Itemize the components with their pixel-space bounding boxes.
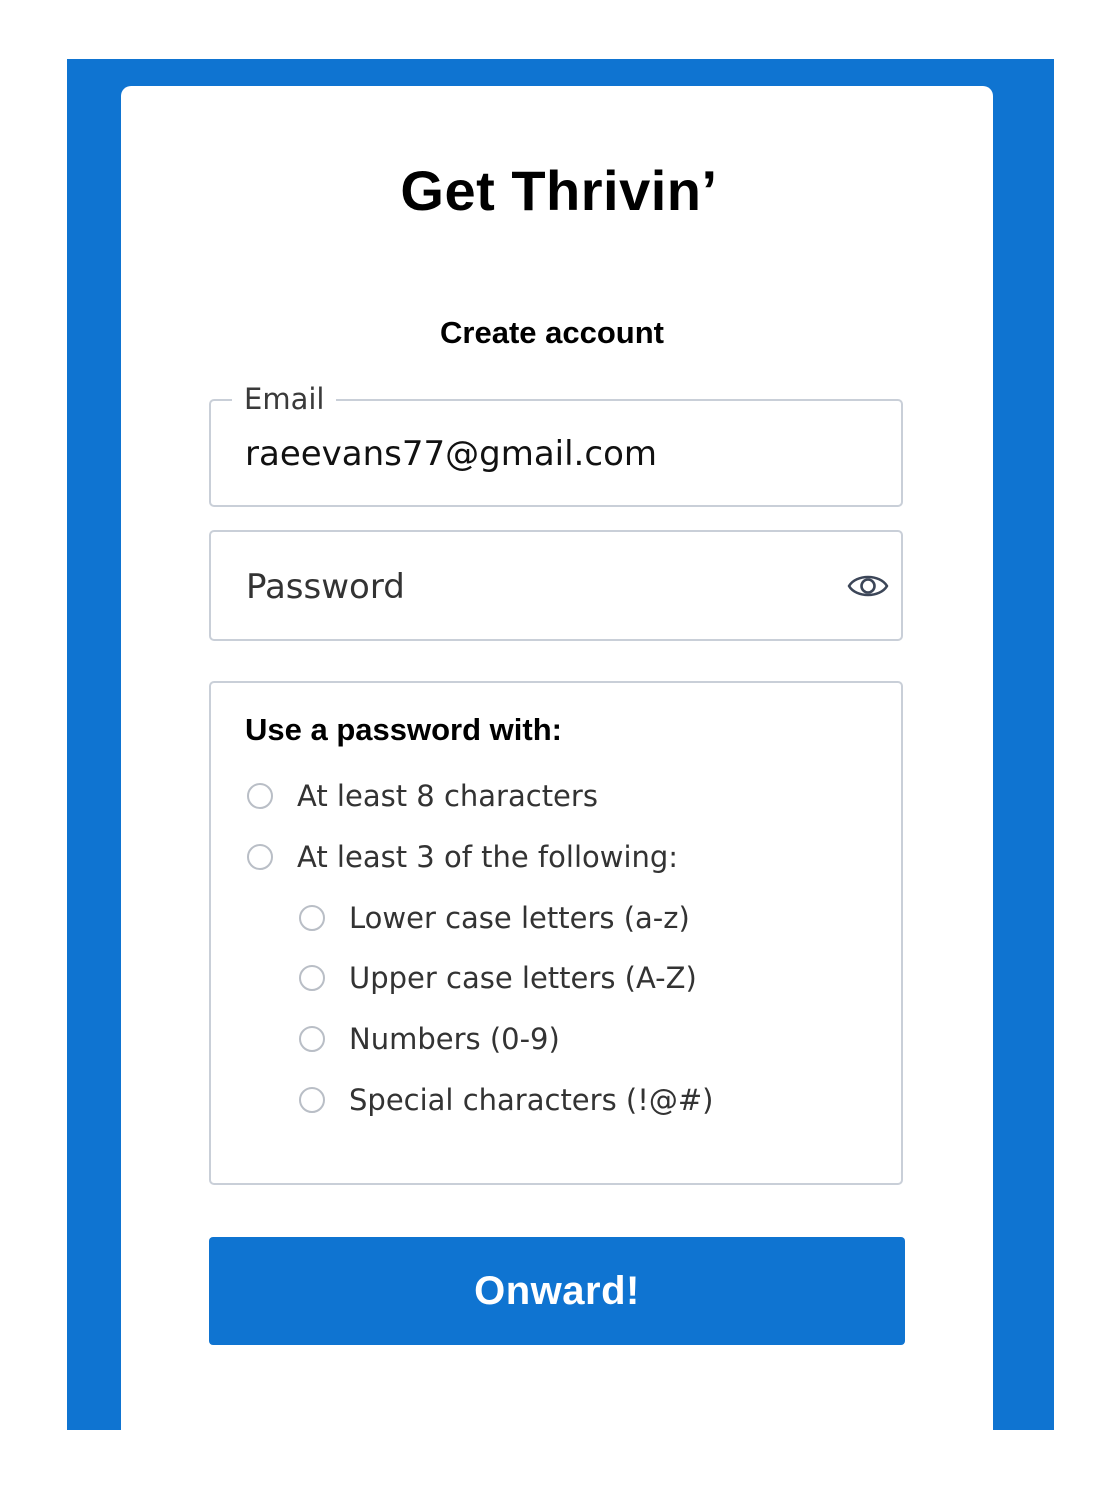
requirement-uppercase: Upper case letters (A-Z) <box>299 958 697 998</box>
password-input[interactable]: Password <box>246 566 405 608</box>
requirement-label: Upper case letters (A-Z) <box>349 961 697 995</box>
requirement-status-icon <box>299 965 325 991</box>
requirement-label: Special characters (!@#) <box>349 1083 714 1117</box>
requirement-label: Numbers (0-9) <box>349 1022 560 1056</box>
page-subtitle: Create account <box>440 315 664 350</box>
requirements-heading: Use a password with: <box>245 712 562 747</box>
password-requirements: Use a password with: At least 8 characte… <box>209 681 903 1185</box>
onward-button-label: Onward! <box>474 1268 640 1313</box>
onward-button[interactable]: Onward! <box>209 1237 905 1345</box>
requirement-status-icon <box>299 1087 325 1113</box>
requirement-status-icon <box>299 1026 325 1052</box>
requirement-status-icon <box>247 783 273 809</box>
requirement-status-icon <box>299 905 325 931</box>
requirement-lowercase: Lower case letters (a-z) <box>299 898 690 938</box>
requirement-label: At least 3 of the following: <box>297 840 679 874</box>
email-label: Email <box>232 381 337 417</box>
requirement-special-characters: Special characters (!@#) <box>299 1080 713 1120</box>
requirement-three-of-following: At least 3 of the following: <box>247 837 678 877</box>
requirement-label: Lower case letters (a-z) <box>349 901 690 935</box>
email-input[interactable]: raeevans77@gmail.com <box>245 433 657 475</box>
email-field[interactable]: Email raeevans77@gmail.com <box>209 381 903 507</box>
app-title: Get Thrivin’ <box>400 159 718 222</box>
requirement-label: At least 8 characters <box>297 779 598 813</box>
requirement-numbers: Numbers (0-9) <box>299 1019 560 1059</box>
password-field[interactable]: Password <box>209 530 903 641</box>
eye-icon[interactable] <box>847 568 889 604</box>
requirement-min-length: At least 8 characters <box>247 776 598 816</box>
requirement-status-icon <box>247 844 273 870</box>
